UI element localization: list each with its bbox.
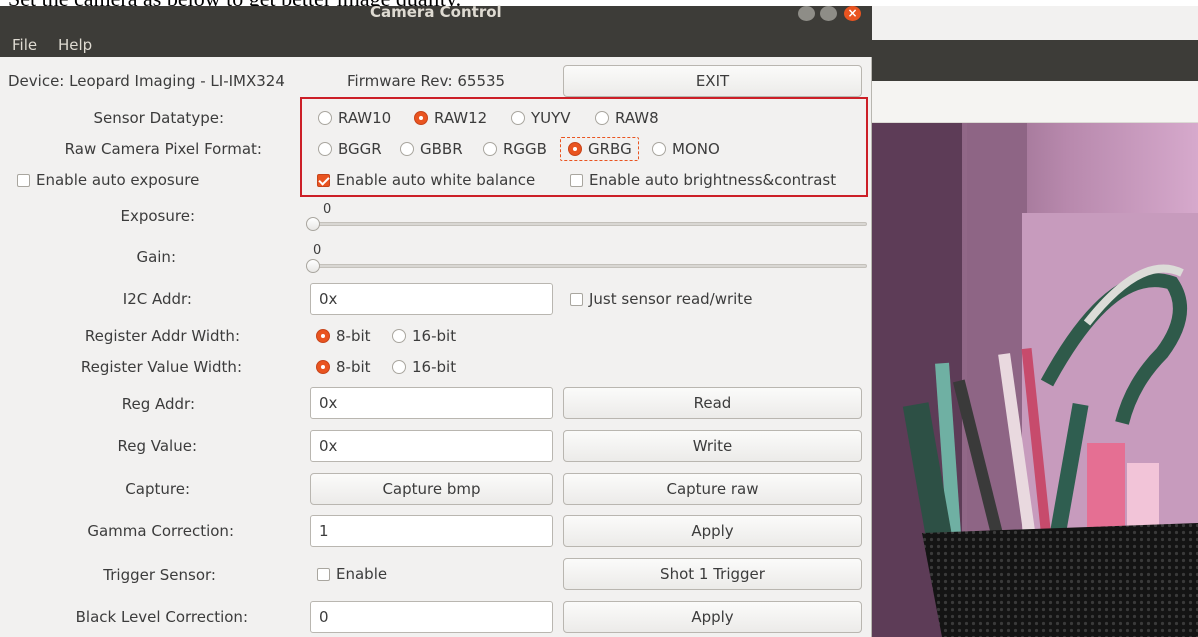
- reg-addr-width-label: Register Addr Width:: [84, 327, 240, 345]
- i2c-label: I2C Addr:: [122, 290, 192, 308]
- radio-selected-icon: [414, 111, 428, 125]
- reg-value-input[interactable]: 0x: [310, 430, 553, 462]
- write-button[interactable]: Write: [563, 430, 862, 462]
- preview-window: [872, 6, 1198, 637]
- reg-value-width-label: Register Value Width:: [80, 358, 242, 376]
- capture-raw-button[interactable]: Capture raw: [563, 473, 862, 505]
- checkbox-icon: [570, 293, 583, 306]
- radio-selected-icon: [568, 142, 582, 156]
- radio-icon: [392, 360, 406, 374]
- checkbox-icon: [570, 174, 583, 187]
- radio-gbbr[interactable]: GBBR: [400, 139, 463, 159]
- just-sensor-checkbox[interactable]: Just sensor read/write: [570, 289, 752, 309]
- auto-brightness-checkbox[interactable]: Enable auto brightness&contrast: [570, 170, 836, 190]
- pixel-format-label: Raw Camera Pixel Format:: [64, 140, 262, 158]
- black-level-apply-button[interactable]: Apply: [563, 601, 862, 633]
- radio-icon: [400, 142, 414, 156]
- read-button[interactable]: Read: [563, 387, 862, 419]
- maximize-icon[interactable]: [820, 6, 837, 21]
- trigger-label: Trigger Sensor:: [103, 566, 216, 584]
- radio-yuyv[interactable]: YUYV: [511, 108, 571, 128]
- exposure-slider-handle[interactable]: [306, 217, 320, 231]
- sensor-datatype-label: Sensor Datatype:: [93, 109, 224, 127]
- black-level-label: Black Level Correction:: [75, 608, 248, 626]
- radio-icon: [318, 111, 332, 125]
- exposure-slider[interactable]: [310, 222, 867, 226]
- title-bar: Camera Control ×: [0, 3, 872, 29]
- gain-value: 0: [313, 243, 322, 258]
- reg-value-label: Reg Value:: [117, 437, 197, 455]
- close-icon[interactable]: ×: [844, 6, 861, 21]
- reg-addr-input[interactable]: 0x: [310, 387, 553, 419]
- radio-raw12[interactable]: RAW12: [414, 108, 487, 128]
- gain-slider[interactable]: [310, 264, 867, 268]
- radio-bggr[interactable]: BGGR: [318, 139, 382, 159]
- exposure-value: 0: [323, 202, 332, 217]
- radio-icon: [392, 329, 406, 343]
- reg-addr-label: Reg Addr:: [121, 395, 195, 413]
- radio-mono[interactable]: MONO: [652, 139, 720, 159]
- radio-value-16bit[interactable]: 16-bit: [392, 357, 456, 377]
- firmware-label: Firmware Rev: 65535: [347, 72, 506, 90]
- menu-help[interactable]: Help: [58, 36, 92, 54]
- radio-icon: [318, 142, 332, 156]
- radio-raw10[interactable]: RAW10: [318, 108, 391, 128]
- gamma-label: Gamma Correction:: [87, 522, 234, 540]
- preview-titlebar: [872, 40, 1198, 81]
- preview-toolbar: [872, 81, 1198, 123]
- radio-selected-icon: [316, 360, 330, 374]
- auto-white-balance-checkbox[interactable]: Enable auto white balance: [317, 170, 535, 190]
- gamma-apply-button[interactable]: Apply: [563, 515, 862, 547]
- auto-exposure-checkbox[interactable]: Enable auto exposure: [17, 170, 199, 190]
- radio-icon: [511, 111, 525, 125]
- checkbox-icon: [17, 174, 30, 187]
- radio-raw8[interactable]: RAW8: [595, 108, 659, 128]
- exit-button[interactable]: EXIT: [563, 65, 862, 97]
- shot-trigger-button[interactable]: Shot 1 Trigger: [563, 558, 862, 590]
- radio-addr-16bit[interactable]: 16-bit: [392, 326, 456, 346]
- minimize-icon[interactable]: [798, 6, 815, 21]
- camera-preview-image: [872, 123, 1198, 637]
- radio-icon: [483, 142, 497, 156]
- checkbox-icon: [317, 568, 330, 581]
- capture-bmp-button[interactable]: Capture bmp: [310, 473, 553, 505]
- menu-bar: File Help: [0, 29, 872, 57]
- radio-icon: [595, 111, 609, 125]
- device-label: Device: Leopard Imaging - LI-IMX324: [8, 72, 285, 90]
- gain-label: Gain:: [136, 248, 176, 266]
- i2c-addr-input[interactable]: 0x: [310, 283, 553, 315]
- radio-value-8bit[interactable]: 8-bit: [316, 357, 371, 377]
- window-title: Camera Control: [370, 3, 502, 21]
- menu-file[interactable]: File: [12, 36, 37, 54]
- trigger-enable-checkbox[interactable]: Enable: [317, 564, 387, 584]
- radio-addr-8bit[interactable]: 8-bit: [316, 326, 371, 346]
- gain-slider-handle[interactable]: [306, 259, 320, 273]
- radio-rggb[interactable]: RGGB: [483, 139, 547, 159]
- radio-selected-icon: [316, 329, 330, 343]
- capture-label: Capture:: [125, 480, 190, 498]
- black-level-input[interactable]: 0: [310, 601, 553, 633]
- checkbox-checked-icon: [317, 174, 330, 187]
- radio-icon: [652, 142, 666, 156]
- radio-grbg[interactable]: GRBG: [568, 139, 632, 159]
- gamma-input[interactable]: 1: [310, 515, 553, 547]
- exposure-label: Exposure:: [120, 207, 196, 225]
